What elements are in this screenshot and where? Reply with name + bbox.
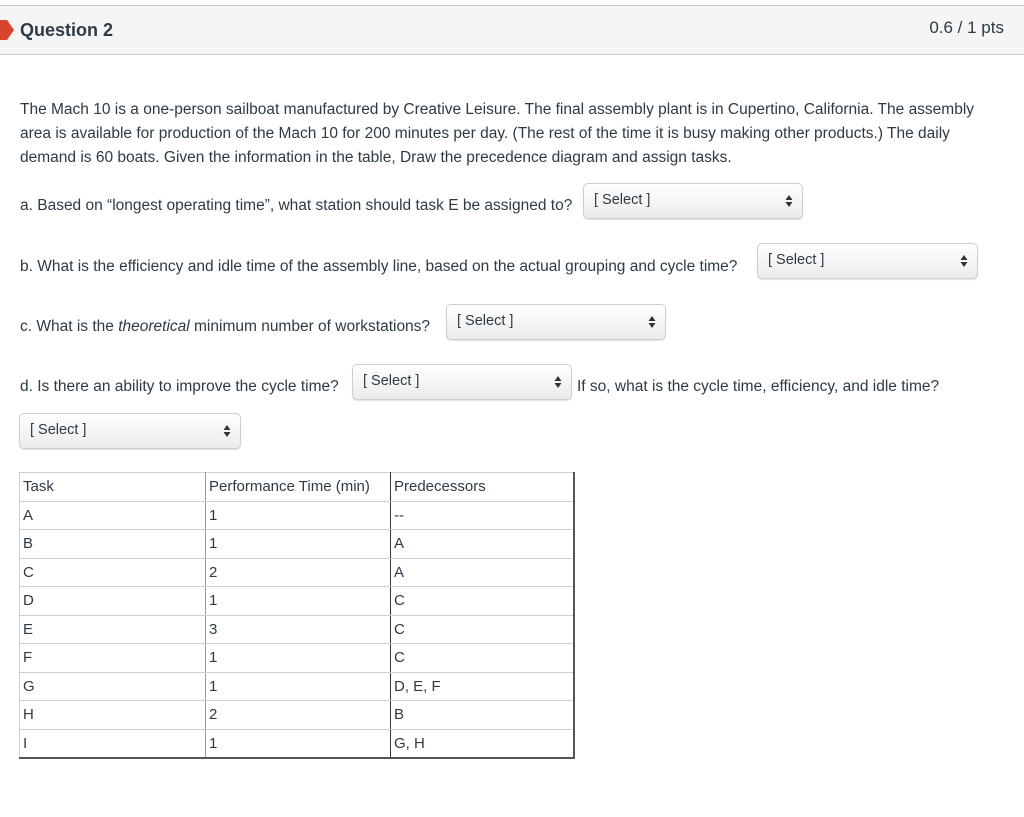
time-cell: 2 [205, 700, 391, 730]
task-cell: H [19, 700, 206, 730]
task-cell: C [19, 557, 206, 587]
time-cell: 1 [205, 529, 391, 559]
part-b-text: b. What is the efficiency and idle time … [20, 258, 738, 275]
select-label: [ Select ] [768, 252, 825, 268]
predecessor-cell: B [390, 700, 574, 730]
time-cell: 2 [205, 557, 391, 587]
task-cell: G [19, 671, 206, 701]
updown-arrow-icon [960, 255, 968, 267]
task-cell: F [19, 643, 206, 673]
task-cell: A [19, 500, 206, 530]
select-label: [ Select ] [363, 373, 420, 389]
flag-icon [0, 20, 14, 40]
time-cell: 1 [205, 671, 391, 701]
predecessor-cell: C [390, 586, 574, 616]
part-a-text: a. Based on “longest operating time”, wh… [20, 197, 573, 214]
table-row: B1A [19, 529, 574, 559]
question-points: 0.6 / 1 pts [929, 18, 1004, 37]
table-row: C2A [19, 557, 574, 587]
task-cell: E [19, 614, 206, 644]
header-performance-time: Performance Time (min) [205, 472, 391, 502]
task-cell: D [19, 586, 206, 616]
time-cell: 1 [205, 586, 391, 616]
time-cell: 1 [205, 728, 391, 758]
table-row: E3C [19, 614, 574, 644]
predecessor-cell: A [390, 557, 574, 587]
time-cell: 1 [205, 643, 391, 673]
question-text: The Mach 10 is a one-person sailboat man… [20, 101, 975, 166]
predecessor-cell: -- [390, 500, 574, 530]
part-c-emphasis: theoretical [118, 318, 190, 335]
updown-arrow-icon [648, 316, 656, 328]
question-header: Question 2 0.6 / 1 pts [0, 5, 1024, 55]
table-row: G 1 D, E, F [19, 671, 574, 701]
table-row: I 1 G, H [19, 728, 574, 758]
predecessor-cell: C [390, 614, 574, 644]
table-row: F1C [19, 643, 574, 673]
part-d-select[interactable]: [ Select ] [352, 364, 572, 400]
time-cell: 3 [205, 614, 391, 644]
updown-arrow-icon [554, 376, 562, 388]
part-d-followup-text: If so, what is the cycle time, efficienc… [577, 378, 940, 395]
part-c-text: c. What is the theoretical minimum numbe… [20, 318, 430, 336]
table-header-row: Task Performance Time (min) Predecessors [19, 472, 574, 502]
part-c-prefix: c. What is the [20, 318, 119, 335]
updown-arrow-icon [785, 195, 793, 207]
task-table: Task Performance Time (min) Predecessors… [19, 472, 575, 759]
table-row: H2B [19, 700, 574, 730]
header-predecessors: Predecessors [390, 472, 574, 502]
predecessor-cell: G, H [390, 728, 574, 758]
header-task: Task [19, 472, 206, 502]
select-label: [ Select ] [30, 422, 87, 438]
select-label: [ Select ] [457, 313, 514, 329]
table-row: A 1 -- [19, 500, 574, 530]
part-a-select[interactable]: [ Select ] [583, 183, 803, 219]
predecessor-cell: D, E, F [390, 671, 574, 701]
task-cell: I [19, 728, 206, 758]
updown-arrow-icon [223, 425, 231, 437]
table-row: D1C [19, 586, 574, 616]
select-label: [ Select ] [594, 192, 651, 208]
part-b-select[interactable]: [ Select ] [757, 243, 978, 279]
part-d-followup-select[interactable]: [ Select ] [19, 413, 241, 449]
time-cell: 1 [205, 500, 391, 530]
predecessor-cell: C [390, 643, 574, 673]
task-cell: B [19, 529, 206, 559]
part-c-suffix: minimum number of workstations? [189, 318, 431, 335]
part-d-text: d. Is there an ability to improve the cy… [20, 378, 339, 395]
predecessor-cell: A [390, 529, 574, 559]
question-title: Question 2 [20, 20, 114, 40]
part-c-select[interactable]: [ Select ] [446, 304, 666, 340]
